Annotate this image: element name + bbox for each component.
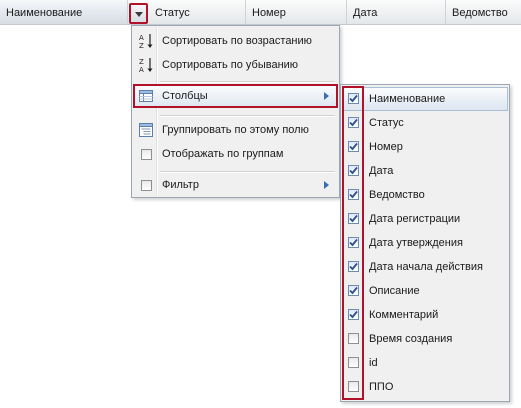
column-toggle-label: Статус xyxy=(369,117,404,129)
column-toggle-label: Дата утверждения xyxy=(369,237,463,249)
columns-icon xyxy=(138,88,154,104)
column-toggle-label: Дата xyxy=(369,165,394,177)
column-toggle-label: id xyxy=(369,357,378,369)
column-header-number[interactable]: Номер xyxy=(246,0,347,24)
menu-separator xyxy=(160,115,335,117)
group-by-icon xyxy=(138,122,154,138)
column-header-date[interactable]: Дата xyxy=(347,0,446,24)
checkbox-box xyxy=(141,180,152,191)
menu-item-label: Столбцы xyxy=(162,90,208,102)
menu-item-label: Сортировать по убыванию xyxy=(162,59,299,71)
menu-item-label: Фильтр xyxy=(162,179,199,191)
column-toggle-item[interactable]: Описание xyxy=(342,279,508,303)
column-toggle-item[interactable]: Статус xyxy=(342,111,508,135)
grid-header: Наименование Статус Номер Дата Ведомство xyxy=(0,0,521,25)
column-header-label: Номер xyxy=(252,7,286,19)
show-in-groups-checkbox[interactable] xyxy=(141,149,152,160)
column-toggle-item[interactable]: Дата регистрации xyxy=(342,207,508,231)
sort-descending-icon: Z A xyxy=(138,57,154,74)
column-toggle-item[interactable]: ППО xyxy=(342,375,508,399)
menu-item-label: Сортировать по возрастанию xyxy=(162,35,312,47)
column-toggle-item[interactable]: Номер xyxy=(342,135,508,159)
column-toggle-item[interactable]: id xyxy=(342,351,508,375)
column-toggle-item[interactable]: Время создания xyxy=(342,327,508,351)
menu-item-show-in-groups[interactable]: Отображать по группам xyxy=(134,142,337,166)
column-toggle-label: Описание xyxy=(369,285,420,297)
checkbox-box xyxy=(141,149,152,160)
chevron-right-icon xyxy=(324,92,329,100)
column-toggle-item[interactable]: Дата начала действия xyxy=(342,255,508,279)
menu-item-columns[interactable]: Столбцы xyxy=(133,84,338,108)
column-header-label: Статус xyxy=(155,7,190,19)
column-toggle-item[interactable]: Наименование xyxy=(342,87,508,111)
chevron-right-icon xyxy=(324,181,329,189)
column-header-department[interactable]: Ведомство xyxy=(446,0,521,24)
column-toggle-item[interactable]: Дата xyxy=(342,159,508,183)
svg-text:A: A xyxy=(139,66,144,73)
column-context-menu: A Z Сортировать по возрастанию Z A Сорти… xyxy=(131,25,340,198)
menu-item-filter[interactable]: Фильтр xyxy=(134,173,337,197)
menu-item-group-by-field[interactable]: Группировать по этому полю xyxy=(134,118,337,142)
filter-checkbox[interactable] xyxy=(141,180,152,191)
column-toggle-item[interactable]: Ведомство xyxy=(342,183,508,207)
menu-item-label: Группировать по этому полю xyxy=(162,124,309,136)
column-header-status[interactable]: Статус xyxy=(149,0,246,24)
column-toggle-label: Комментарий xyxy=(369,309,439,321)
checkbox-column-highlight xyxy=(342,86,364,400)
column-toggle-item[interactable]: Комментарий xyxy=(342,303,508,327)
column-header-label: Ведомство xyxy=(452,7,508,19)
columns-submenu: Наименование Статус Номер Дата Ведомство Дата… xyxy=(340,84,510,402)
column-toggle-label: Наименование xyxy=(369,93,446,105)
menu-item-sort-ascending[interactable]: A Z Сортировать по возрастанию xyxy=(134,29,337,53)
column-toggle-label: Ведомство xyxy=(369,189,425,201)
menu-separator xyxy=(160,81,335,83)
menu-item-sort-descending[interactable]: Z A Сортировать по убыванию xyxy=(134,53,337,77)
column-toggle-label: ППО xyxy=(369,381,394,393)
column-toggle-label: Дата начала действия xyxy=(369,261,483,273)
column-menu-trigger-button[interactable] xyxy=(129,3,148,24)
column-toggle-label: Дата регистрации xyxy=(369,213,461,225)
column-toggle-label: Время создания xyxy=(369,333,453,345)
svg-text:Z: Z xyxy=(139,58,144,66)
chevron-down-icon xyxy=(135,12,143,17)
column-toggle-item[interactable]: Дата утверждения xyxy=(342,231,508,255)
column-header-name[interactable]: Наименование xyxy=(0,0,128,24)
column-toggle-label: Номер xyxy=(369,141,403,153)
sort-ascending-icon: A Z xyxy=(138,33,154,50)
menu-item-label: Отображать по группам xyxy=(162,148,284,160)
svg-text:Z: Z xyxy=(139,42,144,49)
column-header-label: Дата xyxy=(353,7,378,19)
svg-text:A: A xyxy=(139,34,144,42)
column-header-label: Наименование xyxy=(6,7,83,19)
